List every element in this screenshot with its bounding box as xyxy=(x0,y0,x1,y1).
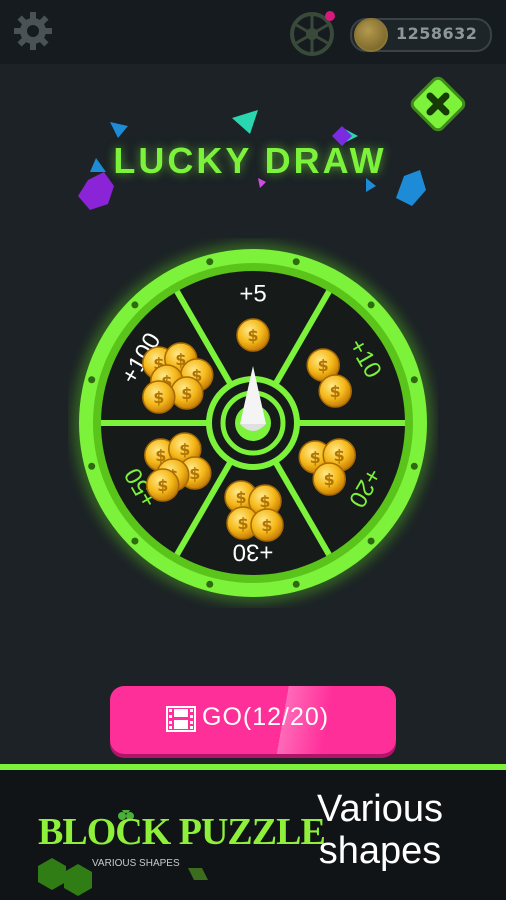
film-icon xyxy=(166,706,196,732)
dollar-sign-icon: $ xyxy=(179,440,190,459)
dollar-sign-icon: $ xyxy=(235,488,246,507)
dollar-sign-icon: $ xyxy=(310,448,321,467)
dollar-sign-icon: $ xyxy=(318,356,329,375)
rim-dot xyxy=(410,376,418,384)
rim-dot xyxy=(367,537,375,545)
rim-dot xyxy=(292,258,300,266)
dollar-sign-icon: $ xyxy=(189,464,200,483)
tagline-line-2: shapes xyxy=(318,830,442,872)
rim-dot xyxy=(206,580,214,588)
logo-subtitle: VARIOUS SHAPES xyxy=(92,858,180,869)
dollar-sign-icon: $ xyxy=(334,446,345,465)
dollar-sign-icon: $ xyxy=(181,384,192,403)
dollar-sign-icon: $ xyxy=(324,470,335,489)
dollar-sign-icon: $ xyxy=(259,492,270,511)
dollar-sign-icon: $ xyxy=(237,514,248,533)
dollar-sign-icon: $ xyxy=(330,382,341,401)
wheel-icon[interactable] xyxy=(288,8,336,56)
coin-cluster: $ $ $ $ xyxy=(224,480,284,542)
go-button-label: GO(12/20) xyxy=(202,703,330,731)
go-button[interactable]: GO(12/20) xyxy=(110,686,396,754)
gear-icon[interactable] xyxy=(12,10,54,52)
dialog-title: LUCKY DRAW xyxy=(113,140,387,181)
lucky-wheel: +5$+10$$+20$$$+30$$$$+50$$$$$+100$$$$$$ xyxy=(73,243,433,603)
coin-balance-pill: 1258632 xyxy=(350,18,492,52)
segment-label: +5 xyxy=(239,280,266,307)
top-bar: 1258632 xyxy=(0,0,506,64)
rim-dot xyxy=(292,580,300,588)
coin-balance: 1258632 xyxy=(396,24,478,43)
dollar-sign-icon: $ xyxy=(261,516,272,535)
dollar-sign-icon: $ xyxy=(157,476,168,495)
tagline-line-1: Various xyxy=(316,788,444,830)
footer-stripe xyxy=(0,764,506,770)
rim-dot xyxy=(206,258,214,266)
dollar-sign-icon: $ xyxy=(247,326,258,345)
rim-dot xyxy=(88,462,96,470)
rim-dot xyxy=(88,376,96,384)
close-icon[interactable] xyxy=(410,76,466,132)
rim-dot xyxy=(367,301,375,309)
rim-dot xyxy=(131,301,139,309)
coin-icon xyxy=(354,18,388,52)
rim-dot xyxy=(131,537,139,545)
coin-cluster: $ xyxy=(236,318,270,352)
rim-dot xyxy=(410,462,418,470)
segment-label: +30 xyxy=(233,539,274,566)
promo-tagline: Various shapes xyxy=(270,788,490,872)
dollar-sign-icon: $ xyxy=(153,388,164,407)
